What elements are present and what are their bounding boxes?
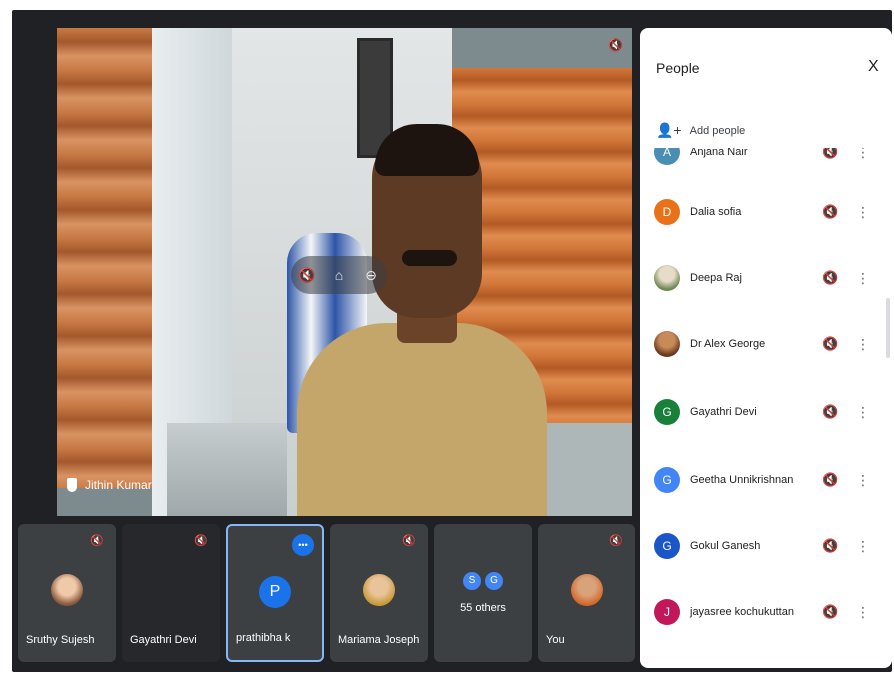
more-vert-icon[interactable]: ⋮ — [856, 336, 870, 353]
presenter-name: Jithin Kumar — [85, 478, 152, 492]
list-item[interactable]: Dr Alex George 🔇 ⋮ — [640, 314, 892, 374]
participant-name: Gayathri Devi — [690, 406, 757, 418]
avatar — [570, 574, 603, 606]
participant-name: Deepa Raj — [690, 272, 742, 284]
meet-window: 🔇 ⌂ ⊖ Jithin Kumar 🔇 🔇 Sruthy Sujesh 🔇 G… — [12, 10, 892, 672]
avatar: G — [654, 467, 680, 493]
list-item[interactable]: G Gayathri Devi 🔇 ⋮ — [640, 382, 892, 442]
presenter-body — [297, 323, 547, 516]
participant-list[interactable]: A Anjana Nair 🔇 ⋮ D Dalia sofia 🔇 ⋮ Deep… — [640, 148, 892, 668]
avatar — [51, 574, 83, 606]
avatar: P — [259, 576, 291, 608]
avatar: G — [654, 533, 680, 559]
people-panel: People X 👤+ Add people A Anjana Nair 🔇 ⋮… — [640, 28, 892, 668]
mic-off-icon: 🔇 — [402, 535, 416, 547]
avatar: A — [654, 148, 680, 165]
avatar: D — [654, 199, 680, 225]
avatar: J — [654, 599, 680, 625]
participant-name: Gokul Ganesh — [690, 540, 761, 552]
tile-name: Sruthy Sujesh — [26, 634, 95, 646]
tile-others[interactable]: S G 55 others — [434, 524, 532, 662]
list-item[interactable]: G Geetha Unnikrishnan 🔇 ⋮ — [640, 450, 892, 510]
more-vert-icon[interactable]: ⋮ — [856, 204, 870, 221]
others-avatars: S G — [463, 572, 503, 590]
mic-off-icon: 🔇 — [822, 204, 839, 219]
more-vert-icon[interactable]: ⋮ — [856, 148, 870, 161]
more-vert-icon[interactable]: ⋮ — [856, 270, 870, 287]
tile-you[interactable]: 🔇 You — [538, 524, 635, 662]
mic-off-icon: 🔇 — [822, 604, 839, 619]
tile-sruthy-sujesh[interactable]: 🔇 Sruthy Sujesh — [18, 524, 116, 662]
mic-off-icon: 🔇 — [822, 148, 839, 159]
speaking-indicator-icon: ••• — [292, 534, 314, 556]
avatar — [654, 265, 680, 291]
more-vert-icon[interactable]: ⋮ — [856, 472, 870, 489]
close-button[interactable]: X — [868, 58, 879, 76]
participant-name: Anjana Nair — [690, 148, 748, 158]
mic-off-icon[interactable]: 🔇 — [297, 267, 317, 284]
tile-name: Gayathri Devi — [130, 634, 197, 646]
tile-gayathri-devi[interactable]: 🔇 Gayathri Devi — [122, 524, 220, 662]
main-video[interactable]: 🔇 ⌂ ⊖ Jithin Kumar — [57, 28, 632, 516]
participant-name: Geetha Unnikrishnan — [690, 474, 794, 486]
pin-icon[interactable]: ⌂ — [329, 267, 349, 283]
window-blinds-left — [57, 28, 152, 488]
scrollbar[interactable] — [886, 298, 890, 358]
tile-name: prathibha k — [236, 632, 291, 644]
list-item[interactable]: Deepa Raj 🔇 ⋮ — [640, 248, 892, 308]
add-people-button[interactable]: 👤+ Add people — [656, 122, 745, 139]
mic-off-icon: 🔇 — [822, 404, 839, 419]
presenter-mustache — [402, 250, 457, 266]
more-vert-icon[interactable]: ⋮ — [856, 404, 870, 421]
mic-off-icon: 🔇 — [609, 535, 623, 547]
mic-off-icon: 🔇 — [194, 535, 208, 547]
panel-title: People — [656, 60, 700, 76]
list-item[interactable]: D Dalia sofia 🔇 ⋮ — [640, 182, 892, 242]
mic-off-icon: 🔇 — [822, 538, 839, 553]
more-options-icon[interactable]: ⊖ — [361, 267, 381, 284]
desk-items — [167, 423, 287, 516]
avatar — [654, 331, 680, 357]
tile-name: Mariama Joseph — [338, 634, 420, 646]
participant-name: Dr Alex George — [690, 338, 766, 350]
tile-name: You — [546, 634, 565, 646]
list-item[interactable]: G Gokul Ganesh 🔇 ⋮ — [640, 516, 892, 576]
mic-off-icon: 🔇 — [822, 336, 839, 351]
add-person-icon: 👤+ — [656, 122, 682, 138]
participant-tiles: 🔇 Sruthy Sujesh 🔇 Gayathri Devi ••• P pr… — [18, 524, 635, 666]
participant-name: jayasree kochukuttan — [690, 606, 794, 618]
add-people-label: Add people — [689, 124, 746, 137]
others-count: 55 others — [460, 602, 506, 614]
avatar: S — [463, 572, 481, 590]
main-video-mic-icon: 🔇 — [608, 38, 623, 52]
avatar: G — [654, 399, 680, 425]
list-item[interactable]: A Anjana Nair 🔇 ⋮ — [640, 148, 892, 182]
participant-name: Dalia sofia — [690, 206, 742, 218]
more-vert-icon[interactable]: ⋮ — [856, 604, 870, 621]
presenter-label: Jithin Kumar — [67, 478, 152, 492]
list-item[interactable]: J jayasree kochukuttan 🔇 ⋮ — [640, 582, 892, 642]
mic-off-icon: 🔇 — [90, 535, 104, 547]
tile-prathibha-k[interactable]: ••• P prathibha k — [226, 524, 324, 662]
tile-mariama-joseph[interactable]: 🔇 Mariama Joseph — [330, 524, 428, 662]
tile-hover-controls: 🔇 ⌂ ⊖ — [291, 256, 387, 294]
avatar: G — [485, 572, 503, 590]
mic-off-icon: 🔇 — [822, 270, 839, 285]
avatar — [363, 574, 395, 606]
more-vert-icon[interactable]: ⋮ — [856, 538, 870, 555]
mic-off-icon: 🔇 — [822, 472, 839, 487]
pin-indicator-icon — [67, 478, 77, 492]
